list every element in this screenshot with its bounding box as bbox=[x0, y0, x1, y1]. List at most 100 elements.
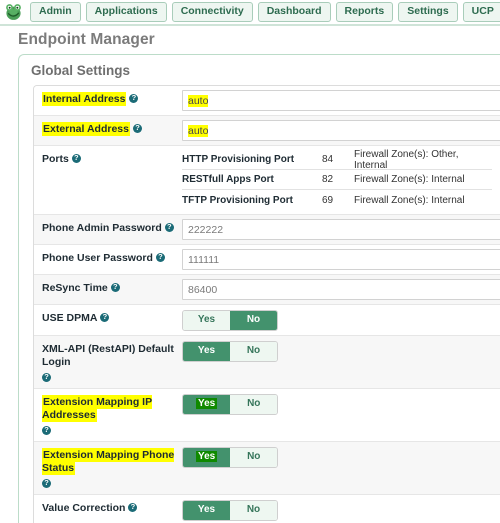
setting-value-value-correction: Yes No bbox=[182, 499, 500, 521]
input-value: auto bbox=[188, 125, 209, 137]
setting-label-ports: Ports bbox=[34, 150, 182, 167]
setting-row-value-correction: Value Correction YesNo bbox=[34, 495, 500, 523]
toggle-option-no[interactable]: No bbox=[230, 448, 278, 467]
setting-row-extension-mapping-ip-addresses: Extension Mapping IP Addresses Yes No bbox=[34, 389, 500, 442]
nav-item-applications[interactable]: Applications bbox=[85, 2, 167, 22]
input-value: 86400 bbox=[188, 284, 218, 296]
toggle-option-no[interactable]: No bbox=[230, 501, 277, 520]
toggle-option-label: Yes bbox=[196, 451, 218, 462]
label-text: External Address bbox=[42, 122, 130, 136]
setting-row-resync-time: ReSync Time 86400 bbox=[34, 275, 500, 305]
setting-value-use-dpma: Yes No bbox=[182, 309, 500, 331]
setting-row-xml-api-restapi-default-login: XML-API (RestAPI) Default Login YesNo bbox=[34, 336, 500, 389]
setting-row-use-dpma: USE DPMA YesNo bbox=[34, 305, 500, 336]
setting-value-extension-mapping-phone-status: Yes No bbox=[182, 446, 500, 468]
setting-label-xml-api-restapi-default-login: XML-API (RestAPI) Default Login bbox=[34, 340, 182, 384]
input-phone-user-password[interactable]: 111111 bbox=[182, 249, 500, 270]
setting-label-use-dpma: USE DPMA bbox=[34, 309, 182, 326]
port-name: TFTP Provisioning Port bbox=[182, 194, 293, 206]
toggle-xml-api-restapi-default-login[interactable]: Yes No bbox=[182, 341, 278, 362]
setting-row-external-address: External Address auto bbox=[34, 116, 500, 146]
label-text: ReSync Time bbox=[42, 282, 108, 294]
nav-item-dashboard[interactable]: Dashboard bbox=[257, 2, 331, 22]
help-icon-extension-mapping-ip-addresses[interactable] bbox=[42, 425, 51, 435]
page-title: Endpoint Manager bbox=[18, 31, 155, 48]
help-icon-resync-time[interactable] bbox=[110, 282, 120, 292]
help-icon-extension-mapping-phone-status[interactable] bbox=[42, 478, 51, 488]
input-value: 111111 bbox=[188, 254, 220, 266]
setting-value-phone-user-password: 111111 bbox=[182, 249, 500, 270]
setting-label-internal-address: Internal Address bbox=[34, 90, 182, 107]
label-text: Extension Mapping Phone Status bbox=[42, 448, 175, 475]
setting-label-external-address: External Address bbox=[34, 120, 182, 137]
setting-value-resync-time: 86400 bbox=[182, 279, 500, 300]
toggle-extension-mapping-ip-addresses[interactable]: Yes No bbox=[182, 394, 279, 415]
setting-value-ports: HTTP Provisioning Port 84 Firewall Zone(s)… bbox=[182, 148, 500, 210]
toggle-option-no[interactable]: No bbox=[230, 342, 277, 361]
label-text: Internal Address bbox=[42, 92, 127, 106]
toggle-use-dpma[interactable]: Yes No bbox=[182, 310, 278, 331]
toggle-option-yes[interactable]: Yes bbox=[183, 501, 230, 520]
setting-row-phone-admin-password: Phone Admin Password 222222 bbox=[34, 215, 500, 245]
port-firewall-zone: Firewall Zone(s): Internal bbox=[354, 174, 465, 185]
nav-item-reports[interactable]: Reports bbox=[335, 2, 394, 22]
freepbx-frog-logo-icon[interactable] bbox=[3, 2, 24, 22]
ports-table-row: RESTfull Apps Port 82 Firewall Zone(s): In… bbox=[182, 170, 492, 190]
help-icon-internal-address[interactable] bbox=[129, 93, 139, 103]
setting-label-phone-user-password: Phone User Password bbox=[34, 249, 182, 266]
setting-label-value-correction: Value Correction bbox=[34, 499, 182, 516]
help-icon-phone-admin-password[interactable] bbox=[164, 222, 174, 232]
setting-label-extension-mapping-ip-addresses: Extension Mapping IP Addresses bbox=[34, 393, 182, 437]
label-text: Extension Mapping IP Addresses bbox=[42, 395, 153, 422]
nav-item-admin[interactable]: Admin bbox=[30, 2, 81, 22]
toggle-option-yes[interactable]: Yes bbox=[183, 311, 230, 330]
nav-item-settings[interactable]: Settings bbox=[398, 2, 458, 22]
setting-value-phone-admin-password: 222222 bbox=[182, 219, 500, 240]
toggle-option-label: Yes bbox=[196, 398, 218, 409]
toggle-option-yes[interactable]: Yes bbox=[183, 342, 230, 361]
port-firewall-zone: Firewall Zone(s): Other, Internal bbox=[354, 148, 459, 171]
global-settings-panel: Global Settings Internal AddressautoExte… bbox=[18, 54, 500, 523]
port-number: 84 bbox=[322, 154, 334, 165]
ports-table-row: HTTP Provisioning Port 84 Firewall Zone(s)… bbox=[182, 148, 492, 171]
port-firewall-zone: Firewall Zone(s): Internal bbox=[354, 194, 465, 206]
input-internal-address[interactable]: auto bbox=[182, 90, 500, 111]
toggle-extension-mapping-phone-status[interactable]: Yes No bbox=[182, 447, 279, 468]
help-icon-external-address[interactable] bbox=[132, 123, 142, 133]
help-icon-phone-user-password[interactable] bbox=[155, 252, 165, 262]
help-icon-ports[interactable] bbox=[71, 153, 81, 163]
input-resync-time[interactable]: 86400 bbox=[182, 279, 500, 300]
setting-row-internal-address: Internal Address auto bbox=[34, 86, 500, 116]
input-value: auto bbox=[188, 95, 209, 107]
toggle-option-yes[interactable]: Yes bbox=[183, 395, 231, 414]
port-name: RESTfull Apps Port bbox=[182, 174, 274, 185]
toggle-option-yes[interactable]: Yes bbox=[183, 448, 231, 467]
input-external-address[interactable]: auto bbox=[182, 120, 500, 141]
port-number: 69 bbox=[322, 194, 334, 206]
label-text: XML-API (RestAPI) Default Login bbox=[42, 343, 174, 368]
toggle-option-no[interactable]: No bbox=[230, 395, 278, 414]
setting-label-resync-time: ReSync Time bbox=[34, 279, 182, 296]
setting-value-external-address: auto bbox=[182, 120, 500, 141]
label-text: Value Correction bbox=[42, 502, 126, 514]
nav-item-ucp[interactable]: UCP bbox=[462, 2, 500, 22]
setting-label-extension-mapping-phone-status: Extension Mapping Phone Status bbox=[34, 446, 182, 490]
setting-row-phone-user-password: Phone User Password 111111 bbox=[34, 245, 500, 275]
input-phone-admin-password[interactable]: 222222 bbox=[182, 219, 500, 240]
help-icon-use-dpma[interactable] bbox=[100, 312, 110, 322]
help-icon-value-correction[interactable] bbox=[128, 502, 138, 512]
label-text: Ports bbox=[42, 153, 69, 165]
label-text: Phone Admin Password bbox=[42, 222, 162, 234]
nav-item-connectivity[interactable]: Connectivity bbox=[171, 2, 253, 22]
setting-row-extension-mapping-phone-status: Extension Mapping Phone Status Yes No bbox=[34, 442, 500, 495]
label-text: USE DPMA bbox=[42, 312, 98, 324]
help-icon-xml-api-restapi-default-login[interactable] bbox=[42, 372, 51, 382]
panel-title: Global Settings bbox=[31, 63, 131, 78]
setting-value-xml-api-restapi-default-login: Yes No bbox=[182, 340, 500, 362]
setting-value-internal-address: auto bbox=[182, 90, 500, 111]
port-number: 82 bbox=[322, 174, 334, 185]
toggle-value-correction[interactable]: Yes No bbox=[182, 500, 278, 521]
toggle-option-no[interactable]: No bbox=[230, 311, 277, 330]
top-navigation-bar: Admin Applications Connectivity Dashboar… bbox=[0, 0, 500, 26]
setting-value-extension-mapping-ip-addresses: Yes No bbox=[182, 393, 500, 415]
